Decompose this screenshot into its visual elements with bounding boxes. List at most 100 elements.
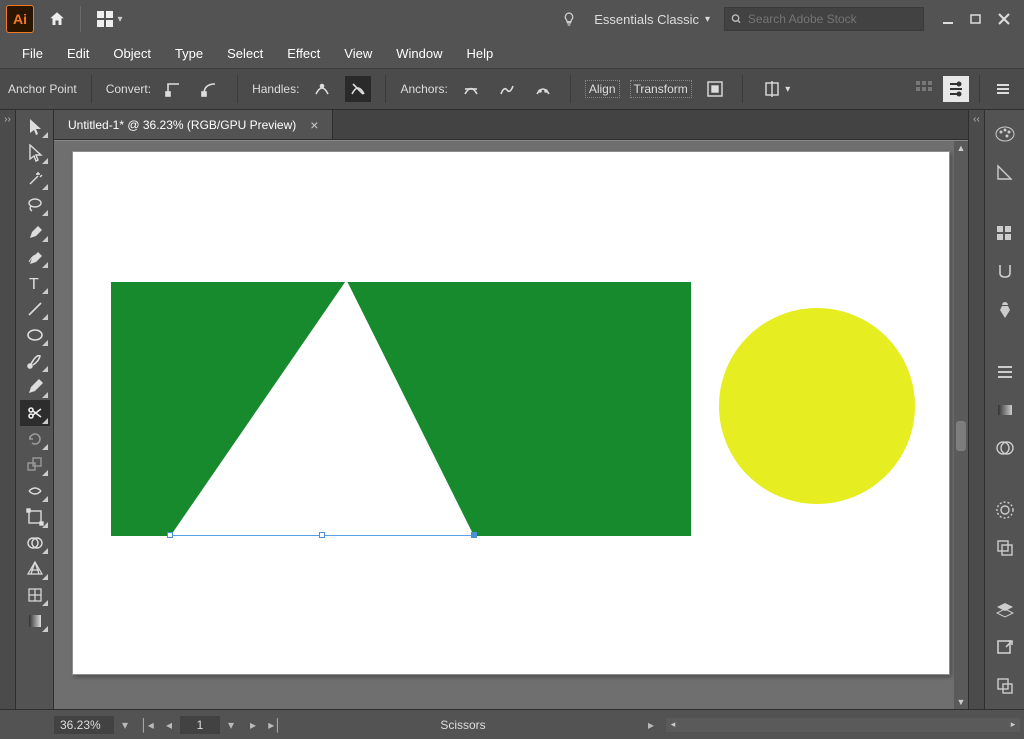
arrange-docs-button[interactable]: ▾ (87, 2, 133, 36)
convert-corner-icon[interactable] (161, 76, 187, 102)
current-tool-label: Scissors (286, 718, 640, 732)
panel-toggle-icon[interactable] (943, 76, 969, 102)
symbols-panel-icon[interactable] (991, 296, 1019, 324)
menu-item-help[interactable]: Help (454, 42, 505, 65)
search-input[interactable] (748, 12, 917, 26)
artboard[interactable] (72, 151, 950, 675)
canvas-viewport[interactable]: ▲ ▼ (54, 140, 968, 709)
handles-hide-icon[interactable] (345, 76, 371, 102)
flyout-menu-icon[interactable] (990, 76, 1016, 102)
shape-builder-tool[interactable] (20, 530, 50, 556)
document-tab[interactable]: Untitled-1* @ 36.23% (RGB/GPU Preview) × (54, 110, 333, 139)
status-play-icon[interactable]: ▸ (640, 714, 662, 736)
color-guide-panel-icon[interactable] (991, 158, 1019, 186)
scroll-thumb[interactable] (956, 421, 966, 451)
stroke-panel-icon[interactable] (991, 358, 1019, 386)
pencil-tool[interactable] (20, 374, 50, 400)
align-button[interactable]: Align (585, 80, 620, 98)
menu-item-view[interactable]: View (332, 42, 384, 65)
scroll-right-icon[interactable]: ▸ (1006, 718, 1020, 732)
menu-bar: File Edit Object Type Select Effect View… (0, 38, 1024, 68)
transform-button[interactable]: Transform (630, 80, 692, 98)
properties-grid-icon[interactable] (911, 76, 937, 102)
workspace-switcher[interactable]: Essentials Classic ▾ (586, 12, 718, 27)
hint-bulb-button[interactable] (552, 2, 586, 36)
lasso-tool[interactable] (20, 192, 50, 218)
ellipse-tool[interactable] (20, 322, 50, 348)
isolate-icon[interactable] (702, 76, 728, 102)
brushes-panel-icon[interactable] (991, 258, 1019, 286)
menu-item-edit[interactable]: Edit (55, 42, 101, 65)
search-adobe-stock[interactable] (724, 7, 924, 31)
menu-item-window[interactable]: Window (384, 42, 454, 65)
window-minimize[interactable] (934, 8, 962, 30)
handles-show-icon[interactable] (309, 76, 335, 102)
shape-circle[interactable] (719, 308, 915, 504)
appearance-panel-icon[interactable] (991, 496, 1019, 524)
selection-tool[interactable] (20, 114, 50, 140)
cut-path-icon[interactable] (530, 76, 556, 102)
separator (570, 75, 571, 103)
remove-anchor-icon[interactable] (458, 76, 484, 102)
menu-item-file[interactable]: File (10, 42, 55, 65)
left-dock-collapse[interactable]: ›› (0, 110, 16, 709)
right-dock-collapse[interactable]: ‹‹ (968, 110, 984, 709)
type-tool[interactable]: T (20, 270, 50, 296)
connect-anchor-icon[interactable] (494, 76, 520, 102)
separator (385, 75, 386, 103)
pen-tool[interactable] (20, 218, 50, 244)
magic-wand-tool[interactable] (20, 166, 50, 192)
convert-smooth-icon[interactable] (197, 76, 223, 102)
scroll-left-icon[interactable]: ◂ (666, 718, 680, 732)
width-tool[interactable] (20, 478, 50, 504)
align-to-icon[interactable]: ▾ (757, 76, 797, 102)
direct-selection-tool[interactable] (20, 140, 50, 166)
mesh-tool[interactable] (20, 582, 50, 608)
close-tab-icon[interactable]: × (310, 117, 318, 133)
horizontal-scrollbar[interactable]: ◂ ▸ (666, 718, 1020, 732)
separator (742, 75, 743, 103)
curvature-tool[interactable] (20, 244, 50, 270)
next-artboard-button[interactable]: ▸ (242, 714, 264, 736)
transparency-panel-icon[interactable] (991, 434, 1019, 462)
menu-item-select[interactable]: Select (215, 42, 275, 65)
vertical-scrollbar[interactable]: ▲ ▼ (954, 141, 968, 709)
scissors-tool[interactable] (20, 400, 50, 426)
rotate-tool[interactable] (20, 426, 50, 452)
menu-item-effect[interactable]: Effect (275, 42, 332, 65)
gradient-tool[interactable] (20, 608, 50, 634)
prev-artboard-button[interactable]: ◂ (158, 714, 180, 736)
home-button[interactable] (40, 2, 74, 36)
artboards-panel-icon[interactable] (991, 672, 1019, 700)
document-tabstrip: Untitled-1* @ 36.23% (RGB/GPU Preview) × (54, 110, 968, 140)
zoom-field[interactable]: 36.23% (54, 716, 114, 734)
window-close[interactable] (990, 8, 1018, 30)
anchor-point[interactable] (319, 532, 325, 538)
anchor-point-selected[interactable] (471, 532, 477, 538)
menu-item-type[interactable]: Type (163, 42, 215, 65)
color-panel-icon[interactable] (991, 120, 1019, 148)
last-artboard-button[interactable]: ▸│ (264, 714, 286, 736)
perspective-grid-tool[interactable] (20, 556, 50, 582)
graphic-styles-panel-icon[interactable] (991, 534, 1019, 562)
separator (91, 75, 92, 103)
artboard-number-field[interactable]: 1 (180, 716, 220, 734)
asset-export-panel-icon[interactable] (991, 634, 1019, 662)
window-maximize[interactable] (962, 8, 990, 30)
swatches-panel-icon[interactable] (991, 220, 1019, 248)
line-tool[interactable] (20, 296, 50, 322)
artboard-menu-chevron[interactable]: ▾ (220, 714, 242, 736)
zoom-menu-chevron[interactable]: ▾ (114, 714, 136, 736)
free-transform-tool[interactable] (20, 504, 50, 530)
first-artboard-button[interactable]: │◂ (136, 714, 158, 736)
menu-item-object[interactable]: Object (101, 42, 163, 65)
scroll-up-icon[interactable]: ▲ (954, 141, 968, 155)
app-badge[interactable]: Ai (6, 5, 34, 33)
paintbrush-tool[interactable] (20, 348, 50, 374)
gradient-panel-icon[interactable] (991, 396, 1019, 424)
layers-panel-icon[interactable] (991, 596, 1019, 624)
scale-tool[interactable] (20, 452, 50, 478)
scroll-down-icon[interactable]: ▼ (954, 695, 968, 709)
document-tab-title: Untitled-1* @ 36.23% (RGB/GPU Preview) (68, 118, 296, 132)
anchor-point[interactable] (167, 532, 173, 538)
